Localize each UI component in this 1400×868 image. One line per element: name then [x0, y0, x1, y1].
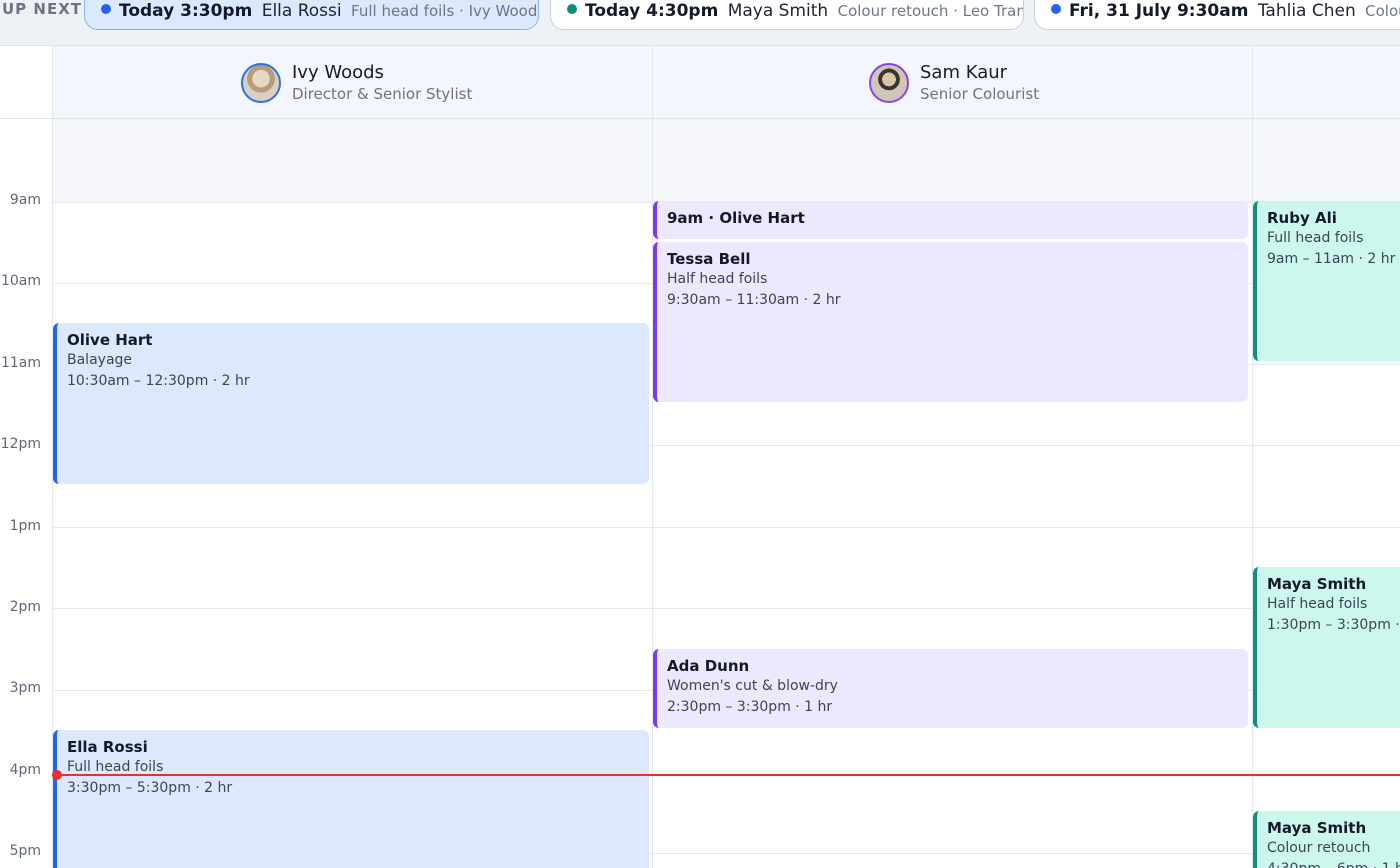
- up-next-client: Ella Rossi: [261, 1, 342, 21]
- staff-header[interactable]: Sam Kaur Senior Colourist: [869, 62, 1039, 104]
- appointment-card[interactable]: Maya Smith Half head foils 1:30pm – 3:30…: [1253, 567, 1400, 728]
- appointment-card[interactable]: Maya Smith Colour retouch 4:30pm – 6pm ·…: [1253, 811, 1400, 868]
- staff-name: Sam Kaur: [920, 62, 1008, 83]
- status-dot-icon: [567, 4, 577, 14]
- appointment-card[interactable]: Olive Hart Balayage 10:30am – 12:30pm · …: [53, 323, 649, 484]
- up-next-detail: Colour retouch · Leo Tran: [837, 2, 1024, 20]
- up-next-detail: Colour retouch: [1365, 2, 1400, 20]
- avatar: [869, 63, 909, 103]
- up-next-label: UP NEXT: [2, 0, 82, 18]
- appointment-time: 3:30pm – 5:30pm · 2 hr: [67, 780, 233, 796]
- status-dot-icon: [101, 4, 111, 14]
- appointment-time: 9:30am – 11:30am · 2 hr: [667, 292, 841, 308]
- up-next-when: Today 4:30pm: [585, 1, 719, 21]
- appointment-service: Women's cut & blow-dry: [667, 678, 838, 694]
- appointment-client: Tessa Bell: [667, 250, 751, 268]
- hour-label: 11am: [0, 355, 41, 371]
- hour-label: 3pm: [9, 680, 41, 696]
- hour-label: 10am: [0, 273, 41, 289]
- current-time-line: [57, 774, 1400, 776]
- hour-label: 12pm: [0, 436, 41, 452]
- staff-column-header: Sam Kaur Senior Colourist: [653, 46, 1253, 119]
- appointment-time: 4:30pm – 6pm · 1 hr: [1267, 859, 1400, 868]
- hour-line: [53, 527, 1400, 528]
- hour-line: [53, 608, 1400, 609]
- hour-label: 4pm: [9, 762, 41, 778]
- hour-label: 1pm: [9, 518, 41, 534]
- time-gutter-header: [0, 46, 53, 119]
- appointment-time: 1:30pm – 3:30pm · 2 hr: [1267, 617, 1400, 633]
- appointment-client: Ella Rossi: [67, 738, 148, 756]
- avatar: [241, 63, 281, 103]
- up-next-detail: Full head foils · Ivy Woods: [351, 2, 539, 20]
- staff-column-header: [1253, 46, 1400, 119]
- appointment-label: 9am · Olive Hart: [667, 209, 805, 227]
- staff-role: Director & Senior Stylist: [292, 85, 473, 103]
- up-next-item[interactable]: Today 4:30pm Maya Smith Colour retouch ·…: [550, 0, 1024, 30]
- staff-role: Senior Colourist: [920, 85, 1040, 103]
- appointment-client: Olive Hart: [67, 331, 153, 349]
- appointment-time: 10:30am – 12:30pm · 2 hr: [67, 373, 250, 389]
- closed-hours-block: [53, 119, 1400, 202]
- appointment-service: Full head foils: [1267, 230, 1364, 246]
- up-next-when: Fri, 31 July 9:30am: [1069, 1, 1249, 21]
- appointment-service: Colour retouch: [1267, 840, 1371, 856]
- hour-label: 5pm: [9, 843, 41, 859]
- status-dot-icon: [1051, 4, 1061, 14]
- staff-column-header: Ivy Woods Director & Senior Stylist: [53, 46, 653, 119]
- up-next-item[interactable]: Today 3:30pm Ella Rossi Full head foils …: [84, 0, 539, 30]
- appointment-service: Balayage: [67, 352, 133, 368]
- calendar-grid: 9am 10am 11am 12pm 1pm 2pm 3pm 4pm 5pm O…: [0, 119, 1400, 868]
- current-time-dot-icon: [52, 770, 62, 780]
- appointment-card[interactable]: Tessa Bell Half head foils 9:30am – 11:3…: [653, 242, 1248, 402]
- time-gutter: 9am 10am 11am 12pm 1pm 2pm 3pm 4pm 5pm: [0, 119, 53, 868]
- appointment-card[interactable]: 9am · Olive Hart: [653, 201, 1248, 239]
- staff-name: Ivy Woods: [292, 62, 384, 83]
- appointment-card[interactable]: Ella Rossi Full head foils 3:30pm – 5:30…: [53, 730, 649, 868]
- hour-label: 2pm: [9, 599, 41, 615]
- up-next-client: Maya Smith: [727, 1, 829, 21]
- appointment-card[interactable]: Ada Dunn Women's cut & blow-dry 2:30pm –…: [653, 649, 1248, 728]
- hour-label: 9am: [9, 192, 41, 208]
- up-next-bar: UP NEXT Today 3:30pm Ella Rossi Full hea…: [0, 0, 1400, 46]
- appointment-time: 2:30pm – 3:30pm · 1 hr: [667, 699, 833, 715]
- appointment-card[interactable]: Ruby Ali Full head foils 9am – 11am · 2 …: [1253, 201, 1400, 361]
- appointment-client: Ruby Ali: [1267, 209, 1337, 227]
- appointment-client: Maya Smith: [1267, 575, 1367, 593]
- appointment-service: Half head foils: [1267, 596, 1368, 612]
- appointment-service: Half head foils: [667, 271, 768, 287]
- up-next-client: Tahlia Chen: [1257, 1, 1356, 21]
- appointment-client: Ada Dunn: [667, 657, 750, 675]
- up-next-item[interactable]: Fri, 31 July 9:30am Tahlia Chen Colour r…: [1034, 0, 1400, 30]
- staff-header[interactable]: Ivy Woods Director & Senior Stylist: [241, 62, 472, 104]
- appointment-client: Maya Smith: [1267, 819, 1367, 837]
- up-next-when: Today 3:30pm: [119, 1, 253, 21]
- appointment-time: 9am – 11am · 2 hr: [1267, 251, 1396, 267]
